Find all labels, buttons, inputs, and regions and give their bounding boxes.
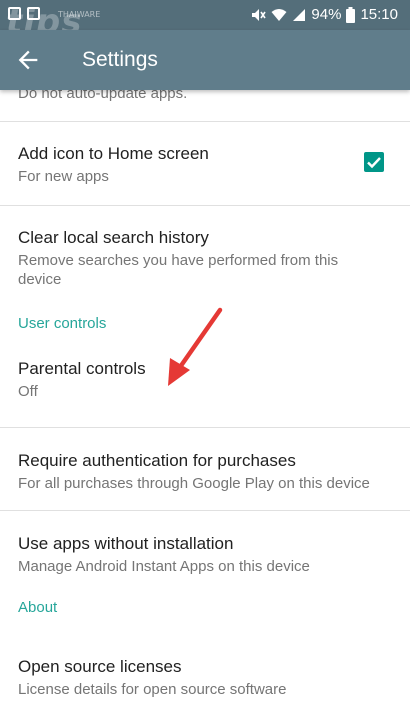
setting-subtitle: Remove searches you have performed from …: [18, 252, 339, 288]
back-arrow-icon[interactable]: [14, 46, 42, 74]
setting-subtitle: For new apps: [18, 168, 109, 185]
cast-icon: [27, 7, 40, 20]
notification-icons: [8, 7, 40, 20]
setting-title: Clear local search history: [18, 228, 209, 247]
section-header: User controls: [18, 315, 107, 332]
setting-add-icon[interactable]: Add icon to Home screen For new apps: [0, 122, 410, 206]
section-header: About: [18, 599, 58, 616]
annotation-arrow-icon: [168, 307, 223, 386]
setting-clear-history[interactable]: Clear local search history Remove search…: [0, 206, 410, 311]
setting-title: Use apps without installation: [18, 534, 234, 553]
page-title: Settings: [82, 48, 158, 71]
setting-open-source[interactable]: Open source licenses License details for…: [0, 635, 410, 707]
gallery-icon: [8, 7, 21, 20]
section-about: About: [0, 595, 410, 635]
setting-title: Require authentication for purchases: [18, 451, 296, 470]
check-icon: [367, 157, 381, 169]
setting-subtitle: Manage Android Instant Apps on this devi…: [18, 558, 310, 575]
signal-icon: [293, 9, 306, 21]
battery-icon: [346, 7, 356, 23]
battery-percent: 94%: [311, 6, 342, 23]
setting-subtitle: License details for open source software: [18, 681, 287, 698]
setting-title: Open source licenses: [18, 657, 182, 676]
settings-list: Do not auto-update apps. Add icon to Hom…: [0, 85, 410, 707]
system-status: 94% 15:10: [250, 6, 398, 24]
status-bar: tips THAIWARE 94% 15:10: [0, 0, 410, 42]
app-bar: Settings: [0, 30, 410, 90]
mute-icon: [252, 9, 267, 21]
wifi-icon: [271, 9, 287, 21]
setting-auto-update[interactable]: Do not auto-update apps.: [0, 85, 410, 122]
setting-instant-apps[interactable]: Use apps without installation Manage And…: [0, 511, 410, 595]
clock: 15:10: [360, 6, 398, 23]
setting-require-auth[interactable]: Require authentication for purchases For…: [0, 428, 410, 511]
setting-subtitle: For all purchases through Google Play on…: [18, 475, 370, 492]
setting-title: Add icon to Home screen: [18, 144, 209, 163]
add-icon-checkbox[interactable]: [364, 152, 384, 172]
watermark-brand: THAIWARE: [58, 10, 101, 19]
